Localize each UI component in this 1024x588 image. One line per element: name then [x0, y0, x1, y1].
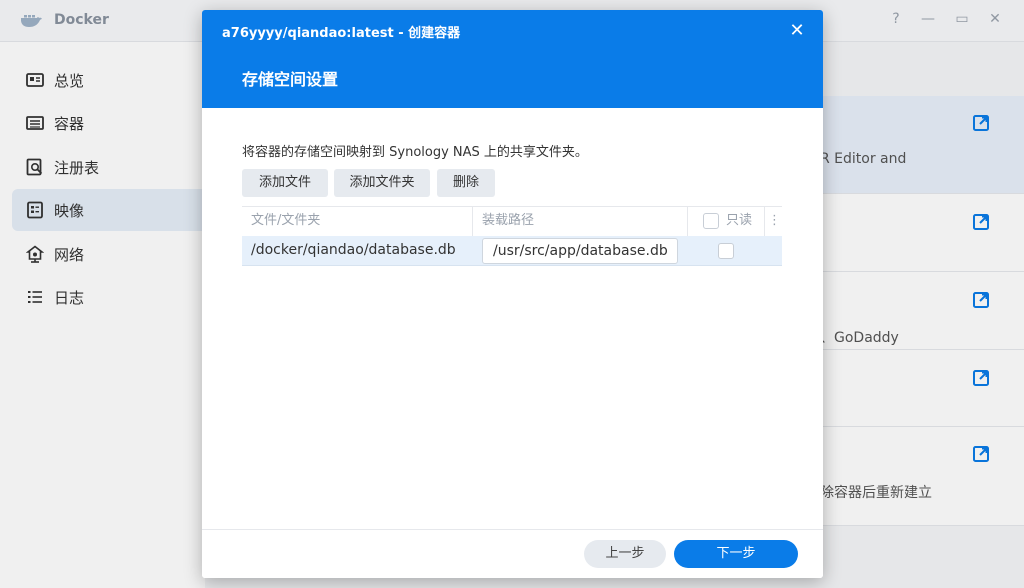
column-divider: [764, 206, 765, 236]
dialog-header: a76yyyy/qiandao:latest - 创建容器 ✕ 存储空间设置: [202, 10, 823, 108]
add-folder-button[interactable]: 添加文件夹: [334, 169, 430, 197]
dialog-description: 将容器的存储空间映射到 Synology NAS 上的共享文件夹。: [242, 145, 588, 160]
readonly-all-checkbox[interactable]: [703, 213, 719, 229]
table-row[interactable]: /docker/qiandao/database.db: [242, 236, 782, 266]
column-header-file-folder[interactable]: 文件/文件夹: [251, 206, 320, 236]
previous-button[interactable]: 上一步: [584, 540, 666, 568]
add-file-button[interactable]: 添加文件: [242, 169, 328, 197]
dialog-title: a76yyyy/qiandao:latest - 创建容器: [222, 26, 461, 41]
column-header-readonly: 只读: [726, 213, 753, 228]
file-folder-cell: /docker/qiandao/database.db: [251, 242, 456, 258]
dialog-heading: 存储空间设置: [242, 70, 339, 89]
column-divider: [687, 206, 688, 236]
mount-path-input[interactable]: [482, 238, 678, 264]
next-button[interactable]: 下一步: [674, 540, 798, 568]
column-options-icon[interactable]: ⋮: [768, 206, 781, 236]
readonly-checkbox[interactable]: [718, 243, 734, 259]
create-container-dialog: a76yyyy/qiandao:latest - 创建容器 ✕ 存储空间设置 将…: [202, 10, 823, 578]
column-divider: [472, 206, 473, 236]
dialog-footer: 上一步 下一步: [202, 529, 823, 578]
delete-button[interactable]: 删除: [437, 169, 495, 197]
close-icon[interactable]: ✕: [786, 20, 808, 41]
column-header-mount-path[interactable]: 装载路径: [482, 206, 534, 236]
